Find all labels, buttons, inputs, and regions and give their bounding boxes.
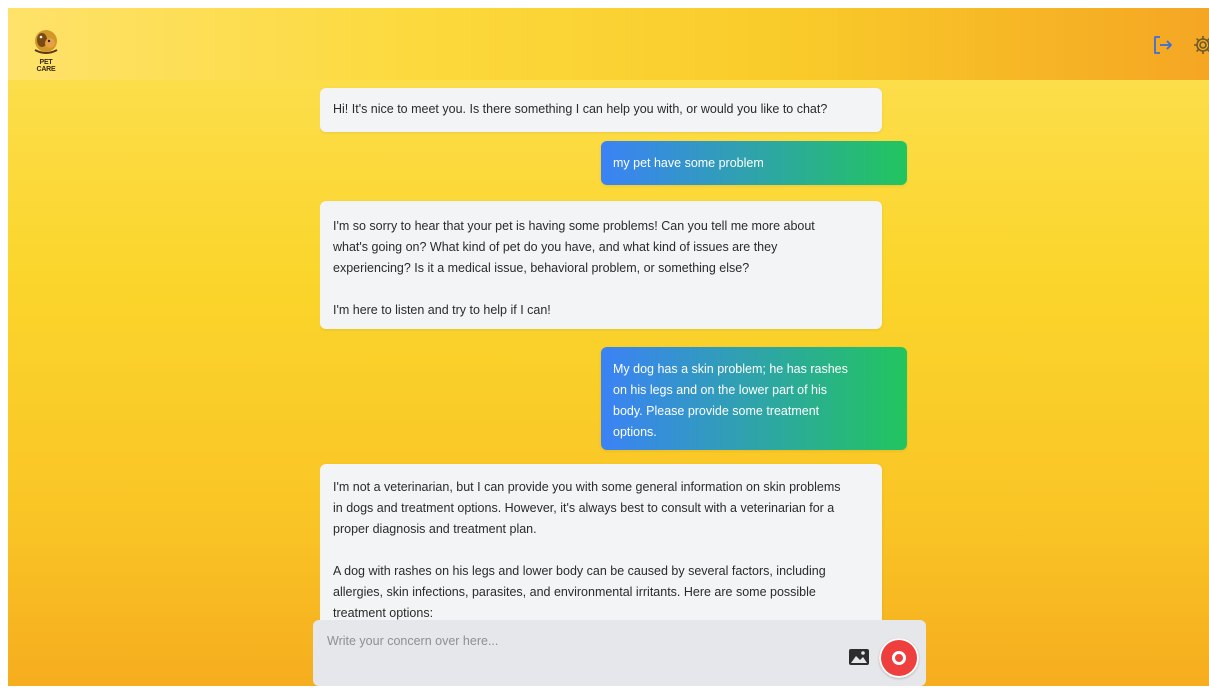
bot-message: Hi! It's nice to meet you. Is there some… [320,88,882,132]
user-message: My dog has a skin problem; he has rashes… [601,347,907,450]
concern-input[interactable] [325,632,829,676]
logout-icon [1154,36,1172,54]
message-composer [313,620,926,686]
user-message: my pet have some problem [601,141,907,185]
bot-message: I'm not a veterinarian, but I can provid… [320,464,882,620]
logo-text: PET CARE [36,59,56,73]
image-icon [849,649,869,665]
chat-history[interactable]: Hi! It's nice to meet you. Is there some… [320,80,908,620]
message-text: My dog has a skin problem; he has rashes… [613,362,848,439]
message-text: Hi! It's nice to meet you. Is there some… [333,102,828,116]
message-text: I'm so sorry to hear that your pet is ha… [333,219,815,317]
bot-message: I'm so sorry to hear that your pet is ha… [320,201,882,329]
app-window: PET CARE Hi! It's nice to meet you. Is t… [8,8,1209,686]
pet-care-logo[interactable]: PET CARE [32,26,60,73]
pet-logo-icon [34,30,58,54]
message-text: I'm not a veterinarian, but I can provid… [333,480,841,620]
settings-button[interactable] [1192,34,1209,56]
attach-image-button[interactable] [848,647,870,667]
record-send-button[interactable] [879,638,919,678]
header-bar: PET CARE [8,8,1209,80]
message-text: my pet have some problem [613,156,764,170]
logout-button[interactable] [1152,34,1174,56]
record-icon [892,651,906,665]
gear-icon [1194,36,1209,54]
